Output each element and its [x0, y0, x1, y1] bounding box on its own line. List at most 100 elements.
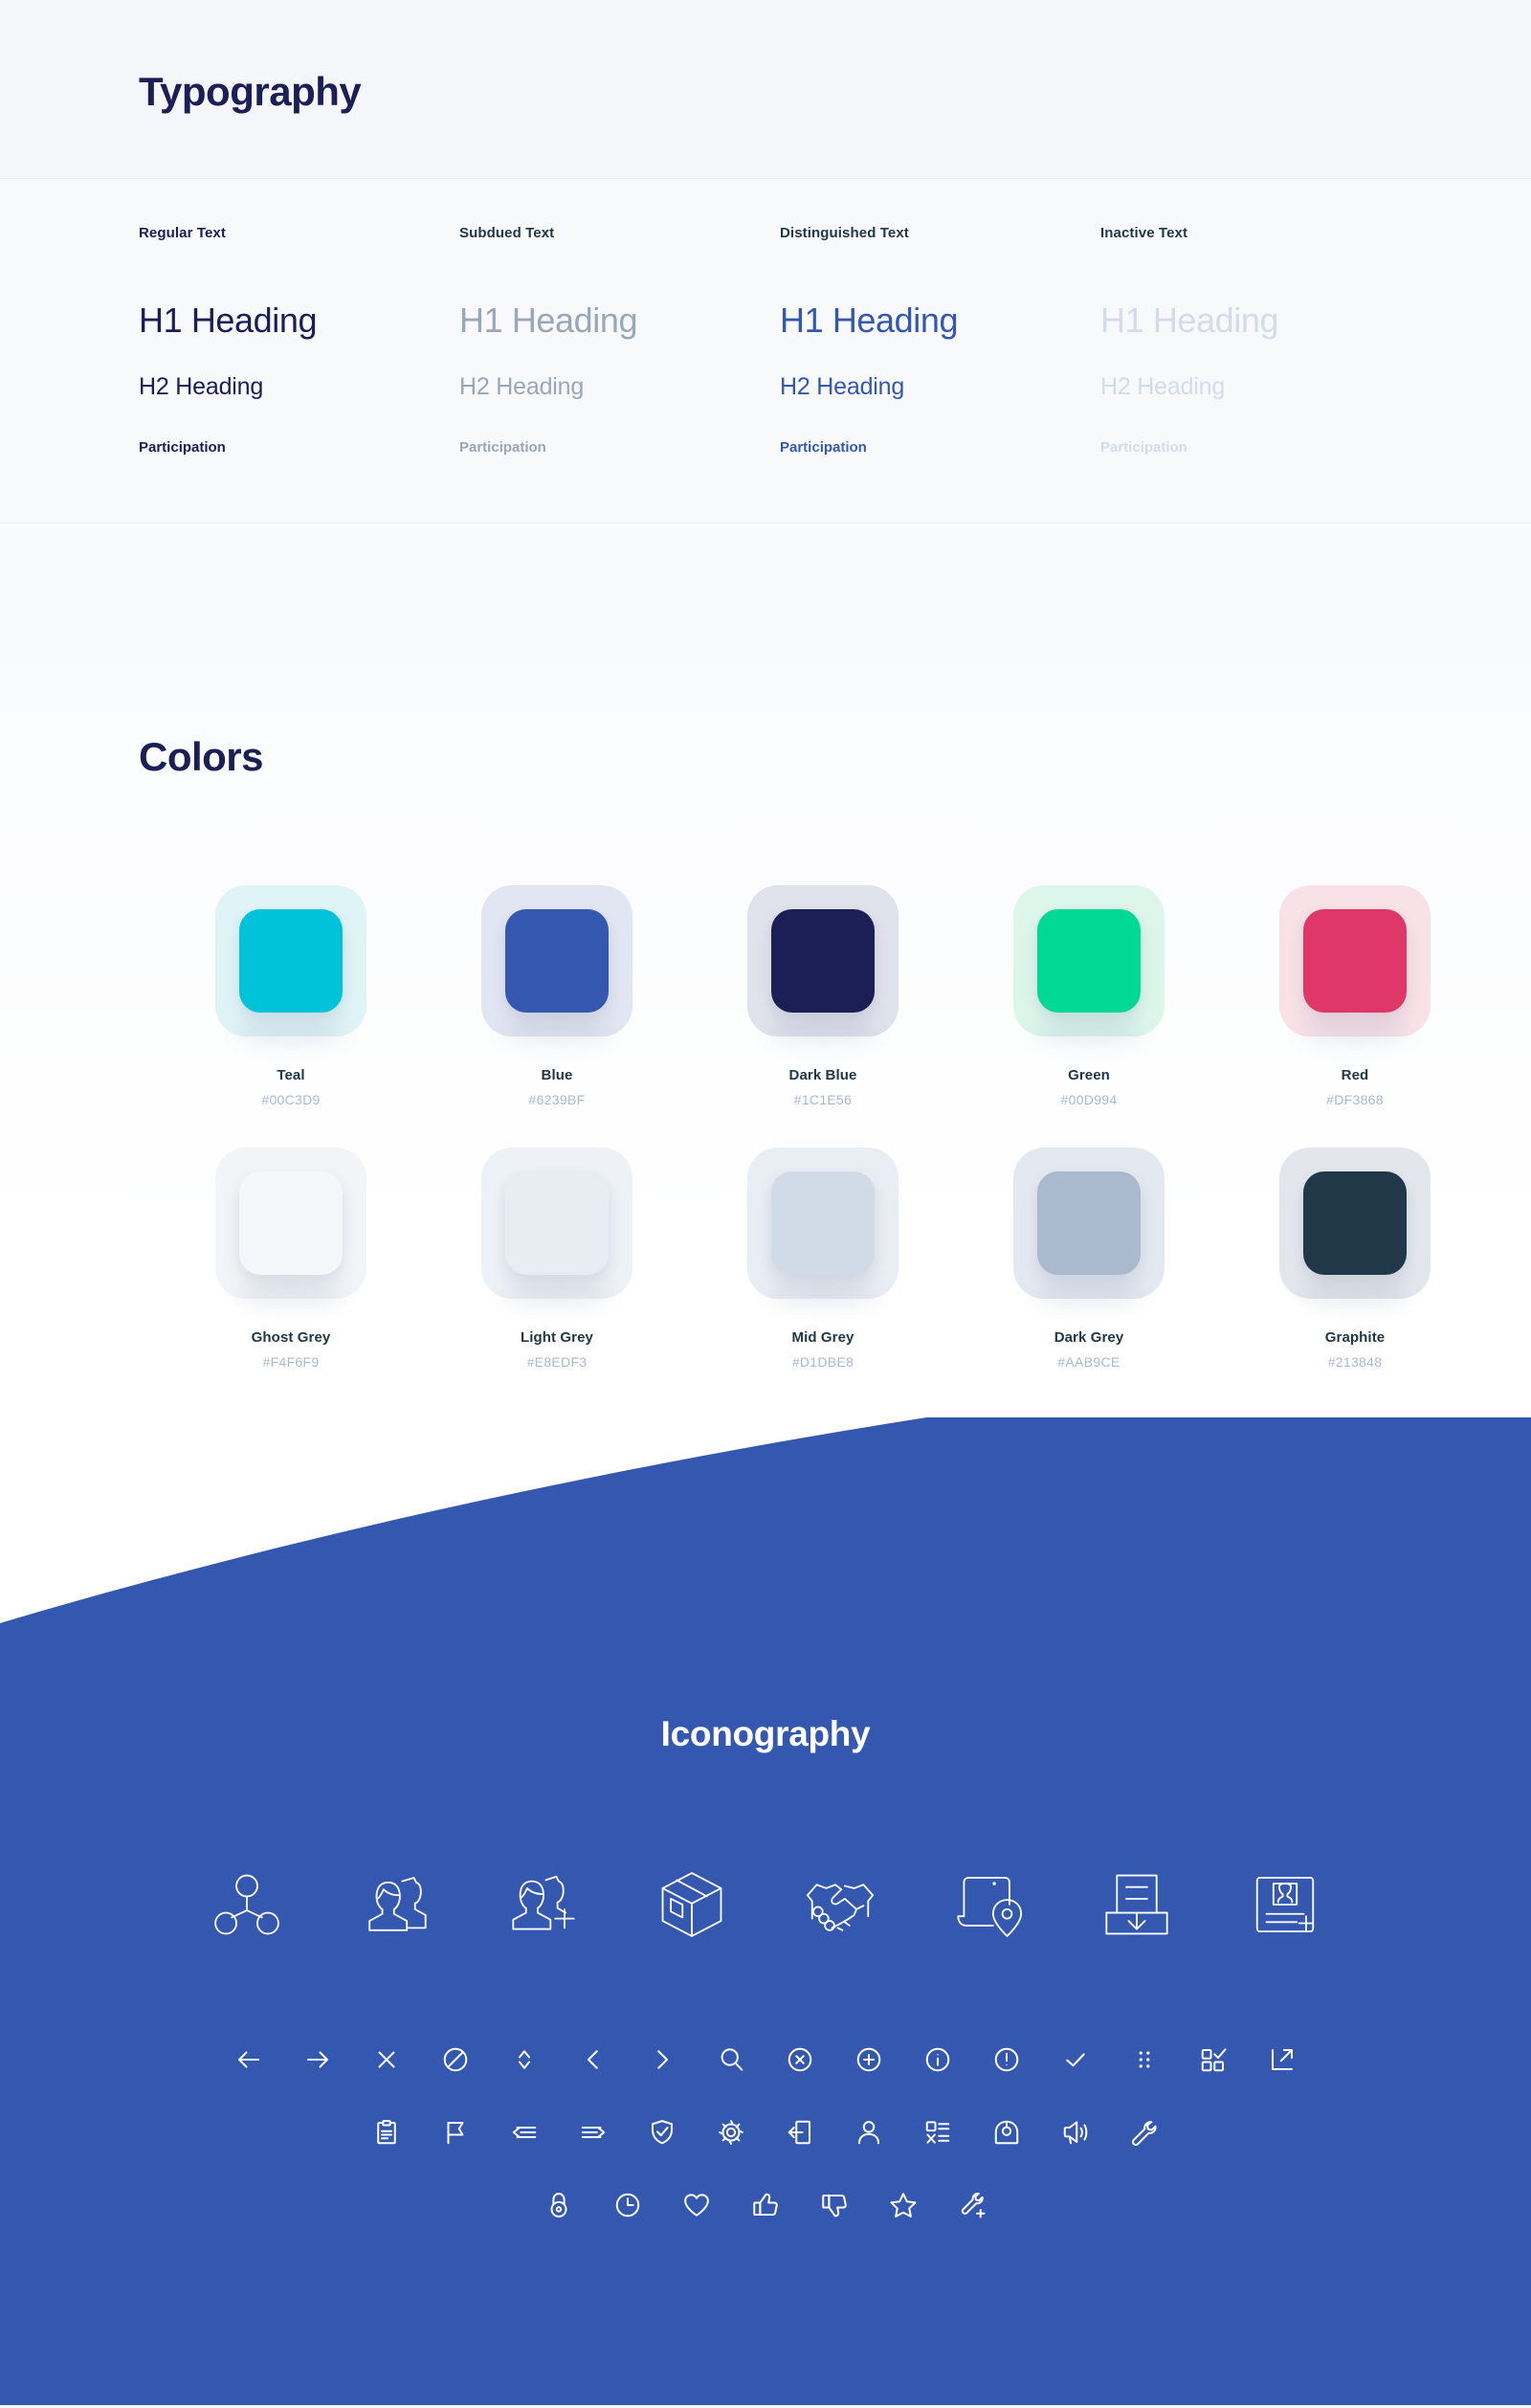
- swatch-name: Light Grey: [520, 1329, 593, 1346]
- circle-close-icon[interactable]: [784, 2043, 816, 2076]
- color-swatch-grid: Teal #00C3D9 Blue #6239BF Dark Blue #1C1E56 Gr…: [0, 885, 1531, 1370]
- flag-icon[interactable]: [439, 2116, 472, 2149]
- grid-dots-icon[interactable]: [1128, 2043, 1161, 2076]
- swatch-name: Ghost Grey: [251, 1329, 331, 1346]
- lock-icon[interactable]: [543, 2189, 575, 2221]
- style-guide-page: Typography Regular Text H1 Heading H2 He…: [0, 0, 1531, 2408]
- swatch-hex-value: #00C3D9: [261, 1092, 321, 1107]
- swatch-tint-plate: [481, 885, 632, 1037]
- colors-title: Colors: [139, 734, 264, 779]
- typography-h1-sample: H1 Heading: [139, 301, 318, 340]
- color-swatch[interactable]: Mid Grey #D1DBE8: [690, 1148, 956, 1370]
- chevron-left-icon[interactable]: [577, 2043, 610, 2076]
- package-box-icon[interactable]: [655, 1867, 729, 1942]
- inbox-download-icon[interactable]: [1099, 1867, 1174, 1942]
- color-swatch[interactable]: Teal #00C3D9: [158, 885, 424, 1107]
- external-link-icon[interactable]: [1266, 2043, 1298, 2076]
- profile-card-add-icon[interactable]: [1248, 1867, 1322, 1942]
- typography-spacer: [0, 524, 1531, 667]
- clock-icon[interactable]: [611, 2189, 644, 2221]
- wrench-icon[interactable]: [1128, 2116, 1161, 2149]
- task-list-icon[interactable]: [921, 2116, 954, 2149]
- color-swatch[interactable]: Light Grey #E8EDF3: [424, 1148, 690, 1370]
- color-swatch[interactable]: Red #DF3868: [1222, 885, 1488, 1107]
- color-swatch[interactable]: Ghost Grey #F4F6F9: [158, 1148, 424, 1370]
- swatch-color-chip: [771, 1171, 875, 1275]
- page-title: Typography: [139, 69, 362, 114]
- colors-section: Colors Teal #00C3D9 Blue #6239BF Dark Blue #1…: [0, 667, 1531, 1408]
- typography-h2-sample: H2 Heading: [1100, 373, 1226, 400]
- arrow-left-icon[interactable]: [233, 2043, 265, 2076]
- swatch-name: Blue: [541, 1067, 573, 1083]
- swatch-color-chip: [505, 909, 609, 1013]
- block-icon[interactable]: [439, 2043, 472, 2076]
- swatch-name: Green: [1068, 1067, 1110, 1083]
- thumbs-down-icon[interactable]: [818, 2189, 851, 2221]
- add-user-icon[interactable]: [506, 1867, 581, 1942]
- section-curve-divider: [0, 1417, 1531, 1628]
- swatch-name: Dark Blue: [788, 1067, 857, 1083]
- check-shield-icon[interactable]: [646, 2116, 678, 2149]
- alert-icon[interactable]: [990, 2043, 1023, 2076]
- chevron-right-icon[interactable]: [646, 2043, 678, 2076]
- multi-select-icon[interactable]: [1197, 2043, 1230, 2076]
- typography-h1-sample: H1 Heading: [459, 301, 638, 340]
- swatch-tint-plate: [747, 885, 899, 1037]
- swatch-hex-value: #1C1E56: [793, 1092, 853, 1107]
- network-share-icon[interactable]: [210, 1867, 284, 1942]
- thumbs-up-icon[interactable]: [749, 2189, 782, 2221]
- wrench-plus-icon[interactable]: [956, 2189, 988, 2221]
- small-icon-row-1: [0, 2043, 1531, 2076]
- color-swatch[interactable]: Dark Blue #1C1E56: [690, 885, 956, 1107]
- info-icon[interactable]: [921, 2043, 954, 2076]
- typography-section: Typography Regular Text H1 Heading H2 He…: [0, 6, 1531, 667]
- color-swatch[interactable]: Dark Grey #AAB9CE: [956, 1148, 1222, 1370]
- swatch-tint-plate: [1013, 885, 1165, 1037]
- star-icon[interactable]: [887, 2189, 920, 2221]
- arrow-out-right-icon[interactable]: [577, 2116, 610, 2149]
- handshake-icon[interactable]: [803, 1867, 877, 1942]
- clipboard-icon[interactable]: [370, 2116, 403, 2149]
- typography-body-sample: Participation: [1100, 439, 1187, 456]
- logout-icon[interactable]: [784, 2116, 816, 2149]
- color-swatch[interactable]: Green #00D994: [956, 885, 1222, 1107]
- search-icon[interactable]: [715, 2043, 747, 2076]
- check-icon[interactable]: [1059, 2043, 1092, 2076]
- circle-plus-icon[interactable]: [853, 2043, 885, 2076]
- swatch-hex-value: #6239BF: [528, 1092, 586, 1107]
- swatch-color-chip: [505, 1171, 609, 1275]
- swatch-hex-value: #DF3868: [1326, 1092, 1384, 1107]
- sort-icon[interactable]: [508, 2043, 541, 2076]
- typography-body-sample: Participation: [780, 439, 867, 456]
- large-icon-row: [0, 1867, 1531, 1942]
- color-swatch[interactable]: Blue #6239BF: [424, 885, 690, 1107]
- typography-header: Typography: [0, 6, 1531, 178]
- gauge-icon[interactable]: [990, 2116, 1023, 2149]
- arrow-in-left-icon[interactable]: [508, 2116, 541, 2149]
- users-group-icon[interactable]: [358, 1867, 433, 1942]
- swatch-color-chip: [1303, 909, 1407, 1013]
- swatch-tint-plate: [1013, 1148, 1165, 1299]
- typography-column-inactive: Inactive Text H1 Heading H2 Heading Part…: [1100, 225, 1421, 456]
- colors-header: Colors: [0, 734, 1531, 780]
- typography-h2-sample: H2 Heading: [459, 373, 585, 400]
- user-icon[interactable]: [853, 2116, 885, 2149]
- typography-body: Regular Text H1 Heading H2 Heading Parti…: [0, 178, 1531, 524]
- iconography-title: Iconography: [660, 1714, 871, 1753]
- swatch-color-chip: [771, 909, 875, 1013]
- typography-column-label: Inactive Text: [1100, 225, 1188, 241]
- small-icon-row-3: [0, 2189, 1531, 2221]
- swatch-name: Graphite: [1324, 1329, 1386, 1346]
- heart-icon[interactable]: [680, 2189, 713, 2221]
- swatch-tint-plate: [481, 1148, 632, 1299]
- swatch-tint-plate: [1279, 885, 1431, 1037]
- swatch-tint-plate: [1279, 1148, 1431, 1299]
- megaphone-icon[interactable]: [1059, 2116, 1092, 2149]
- color-swatch[interactable]: Graphite #213848: [1222, 1148, 1488, 1370]
- close-icon[interactable]: [370, 2043, 403, 2076]
- gear-icon[interactable]: [715, 2116, 747, 2149]
- swatch-color-chip: [1037, 1171, 1141, 1275]
- arrow-right-icon[interactable]: [301, 2043, 334, 2076]
- laptop-location-icon[interactable]: [951, 1867, 1026, 1942]
- typography-column-subdued: Subdued Text H1 Heading H2 Heading Parti…: [459, 225, 780, 456]
